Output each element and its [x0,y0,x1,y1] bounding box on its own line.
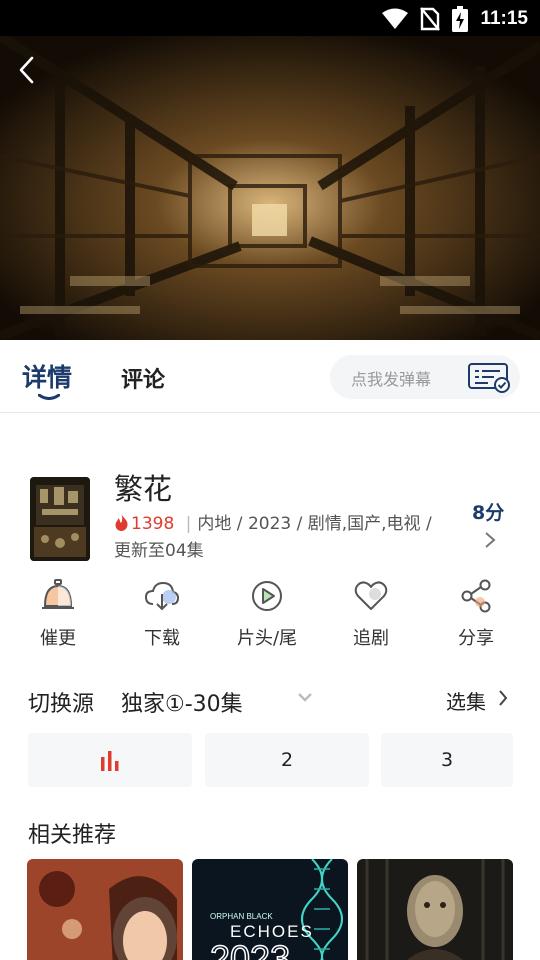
show-meta: 1398 | 内地 / 2023 / 剧情,国产,电视 / [114,509,432,534]
episode-3-button[interactable]: 3 [381,733,513,787]
score-badge[interactable]: 8分 [472,498,504,525]
skip-intro-button[interactable]: 片头/尾 [217,578,317,650]
bell-icon [42,579,74,609]
episode-1-button[interactable] [28,733,192,787]
recommended-title: 相关推荐 [28,823,117,848]
chevron-down-icon[interactable] [296,690,314,704]
tab-details[interactable]: 详情 [22,358,72,394]
no-sim-icon [420,7,441,31]
flame-icon [115,514,128,531]
show-poster [30,477,90,561]
action-label: 催更 [40,628,76,649]
status-time: 11:15 [480,8,528,29]
wifi-icon [382,8,409,29]
chevron-right-icon[interactable] [497,688,509,708]
rec2-number: 2023 [210,938,290,960]
heat-count: 1398 [131,514,175,534]
heart-icon [354,581,388,610]
chevron-right-icon[interactable] [482,530,498,550]
cloud-download-icon [144,581,180,611]
tabs-bar: 详情 评论 点我发弹幕 [0,340,540,413]
action-label: 下载 [144,628,180,649]
source-label: 切换源 [28,692,95,717]
action-label: 片头/尾 [236,628,298,649]
update-status: 更新至04集 [114,541,204,561]
share-icon [461,579,491,613]
show-meta-text: 内地 / 2023 / 剧情,国产,电视 / [197,514,432,534]
status-bar: 11:15 [0,0,540,36]
episode-2-button[interactable]: 2 [205,733,369,787]
tab-active-indicator [38,394,60,400]
play-circle-icon [252,581,282,611]
battery-charging-icon [452,6,469,32]
download-button[interactable]: 下载 [112,578,212,650]
tab-comments[interactable]: 评论 [121,362,165,394]
action-label: 分享 [458,628,494,649]
rec2-caption-small: ORPHAN BLACK [210,912,273,921]
remind-update-button[interactable]: 催更 [8,578,108,650]
show-title: 繁花 [114,472,173,506]
recommended-card[interactable] [357,859,513,960]
follow-button[interactable]: 追剧 [321,578,421,650]
danmaku-input[interactable]: 点我发弹幕 [330,355,520,399]
recommended-card[interactable] [27,859,183,960]
danmaku-placeholder: 点我发弹幕 [351,370,432,389]
danmaku-settings-icon[interactable] [466,361,512,393]
action-label: 追剧 [353,628,389,649]
video-player[interactable] [0,36,540,340]
video-frame [0,36,540,340]
choose-episode-link[interactable]: 选集 [446,686,486,715]
action-bar: 催更 下载 片头/尾 追剧 分享 [0,578,540,658]
share-button[interactable]: 分享 [426,578,526,650]
back-chevron-icon[interactable] [12,54,44,86]
playing-bars-icon [101,750,119,771]
recommended-card[interactable]: ORPHAN BLACK ECHOES 2023 [192,859,348,960]
source-select[interactable]: 独家①-30集 [121,686,243,718]
